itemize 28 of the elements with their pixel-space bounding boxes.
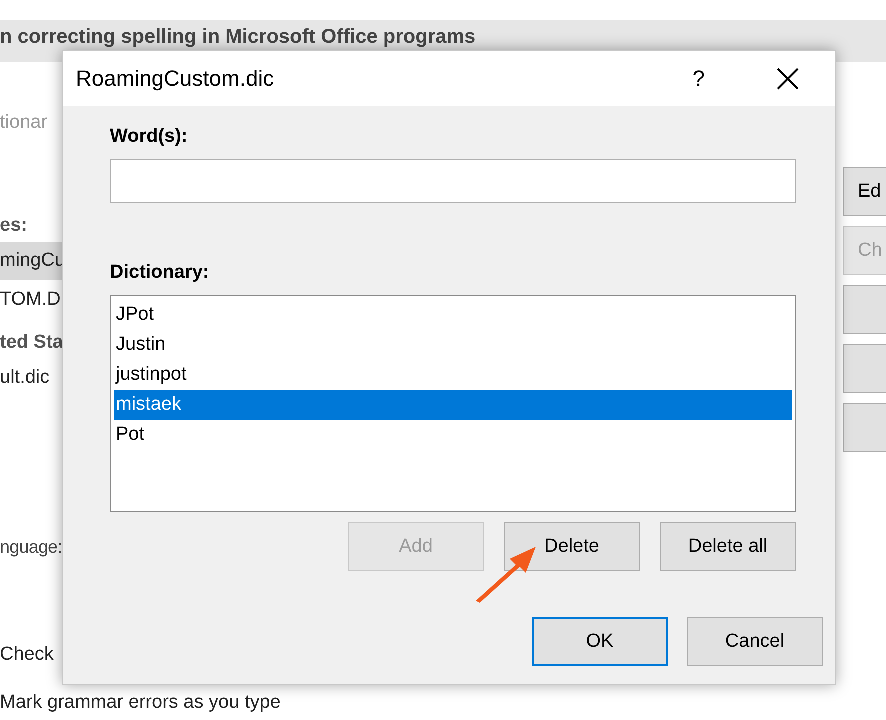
- dialog-button[interactable]: OK: [532, 617, 668, 666]
- section-label: ted Sta: [0, 331, 64, 355]
- words-label: Word(s):: [110, 125, 189, 149]
- dictionary-entry[interactable]: Pot: [114, 420, 792, 450]
- dictionary-entry[interactable]: Justin: [114, 330, 792, 360]
- list-button[interactable]: Delete: [504, 522, 640, 571]
- dictionary-entry[interactable]: mistaek: [114, 390, 792, 420]
- list-item[interactable]: TOM.D: [0, 285, 61, 315]
- close-icon[interactable]: [777, 68, 799, 90]
- dictionary-entry[interactable]: justinpot: [114, 360, 792, 390]
- option-label: Check: [0, 643, 54, 667]
- dictionary-label: Dictionary:: [110, 261, 210, 285]
- list-button[interactable]: Delete all: [660, 522, 796, 571]
- side-button[interactable]: [843, 344, 886, 393]
- words-field[interactable]: [110, 159, 796, 203]
- dialog-title: RoamingCustom.dic: [76, 66, 276, 92]
- side-button[interactable]: Ed: [843, 167, 886, 216]
- side-button[interactable]: [843, 403, 886, 452]
- list-item[interactable]: ult.dic: [0, 363, 50, 393]
- side-button[interactable]: [843, 285, 886, 334]
- list-label: es:: [0, 214, 28, 238]
- page-heading: n correcting spelling in Microsoft Office programs: [0, 25, 476, 49]
- option-label: Mark grammar errors as you type: [0, 691, 281, 715]
- dictionary-entry[interactable]: JPot: [114, 300, 792, 330]
- language-label: nguage:: [0, 536, 62, 559]
- dialog-button[interactable]: Cancel: [687, 617, 823, 666]
- help-button[interactable]: ?: [692, 66, 705, 92]
- dictionary-list[interactable]: JPot Justin justinpot mistaek Pot: [110, 295, 796, 512]
